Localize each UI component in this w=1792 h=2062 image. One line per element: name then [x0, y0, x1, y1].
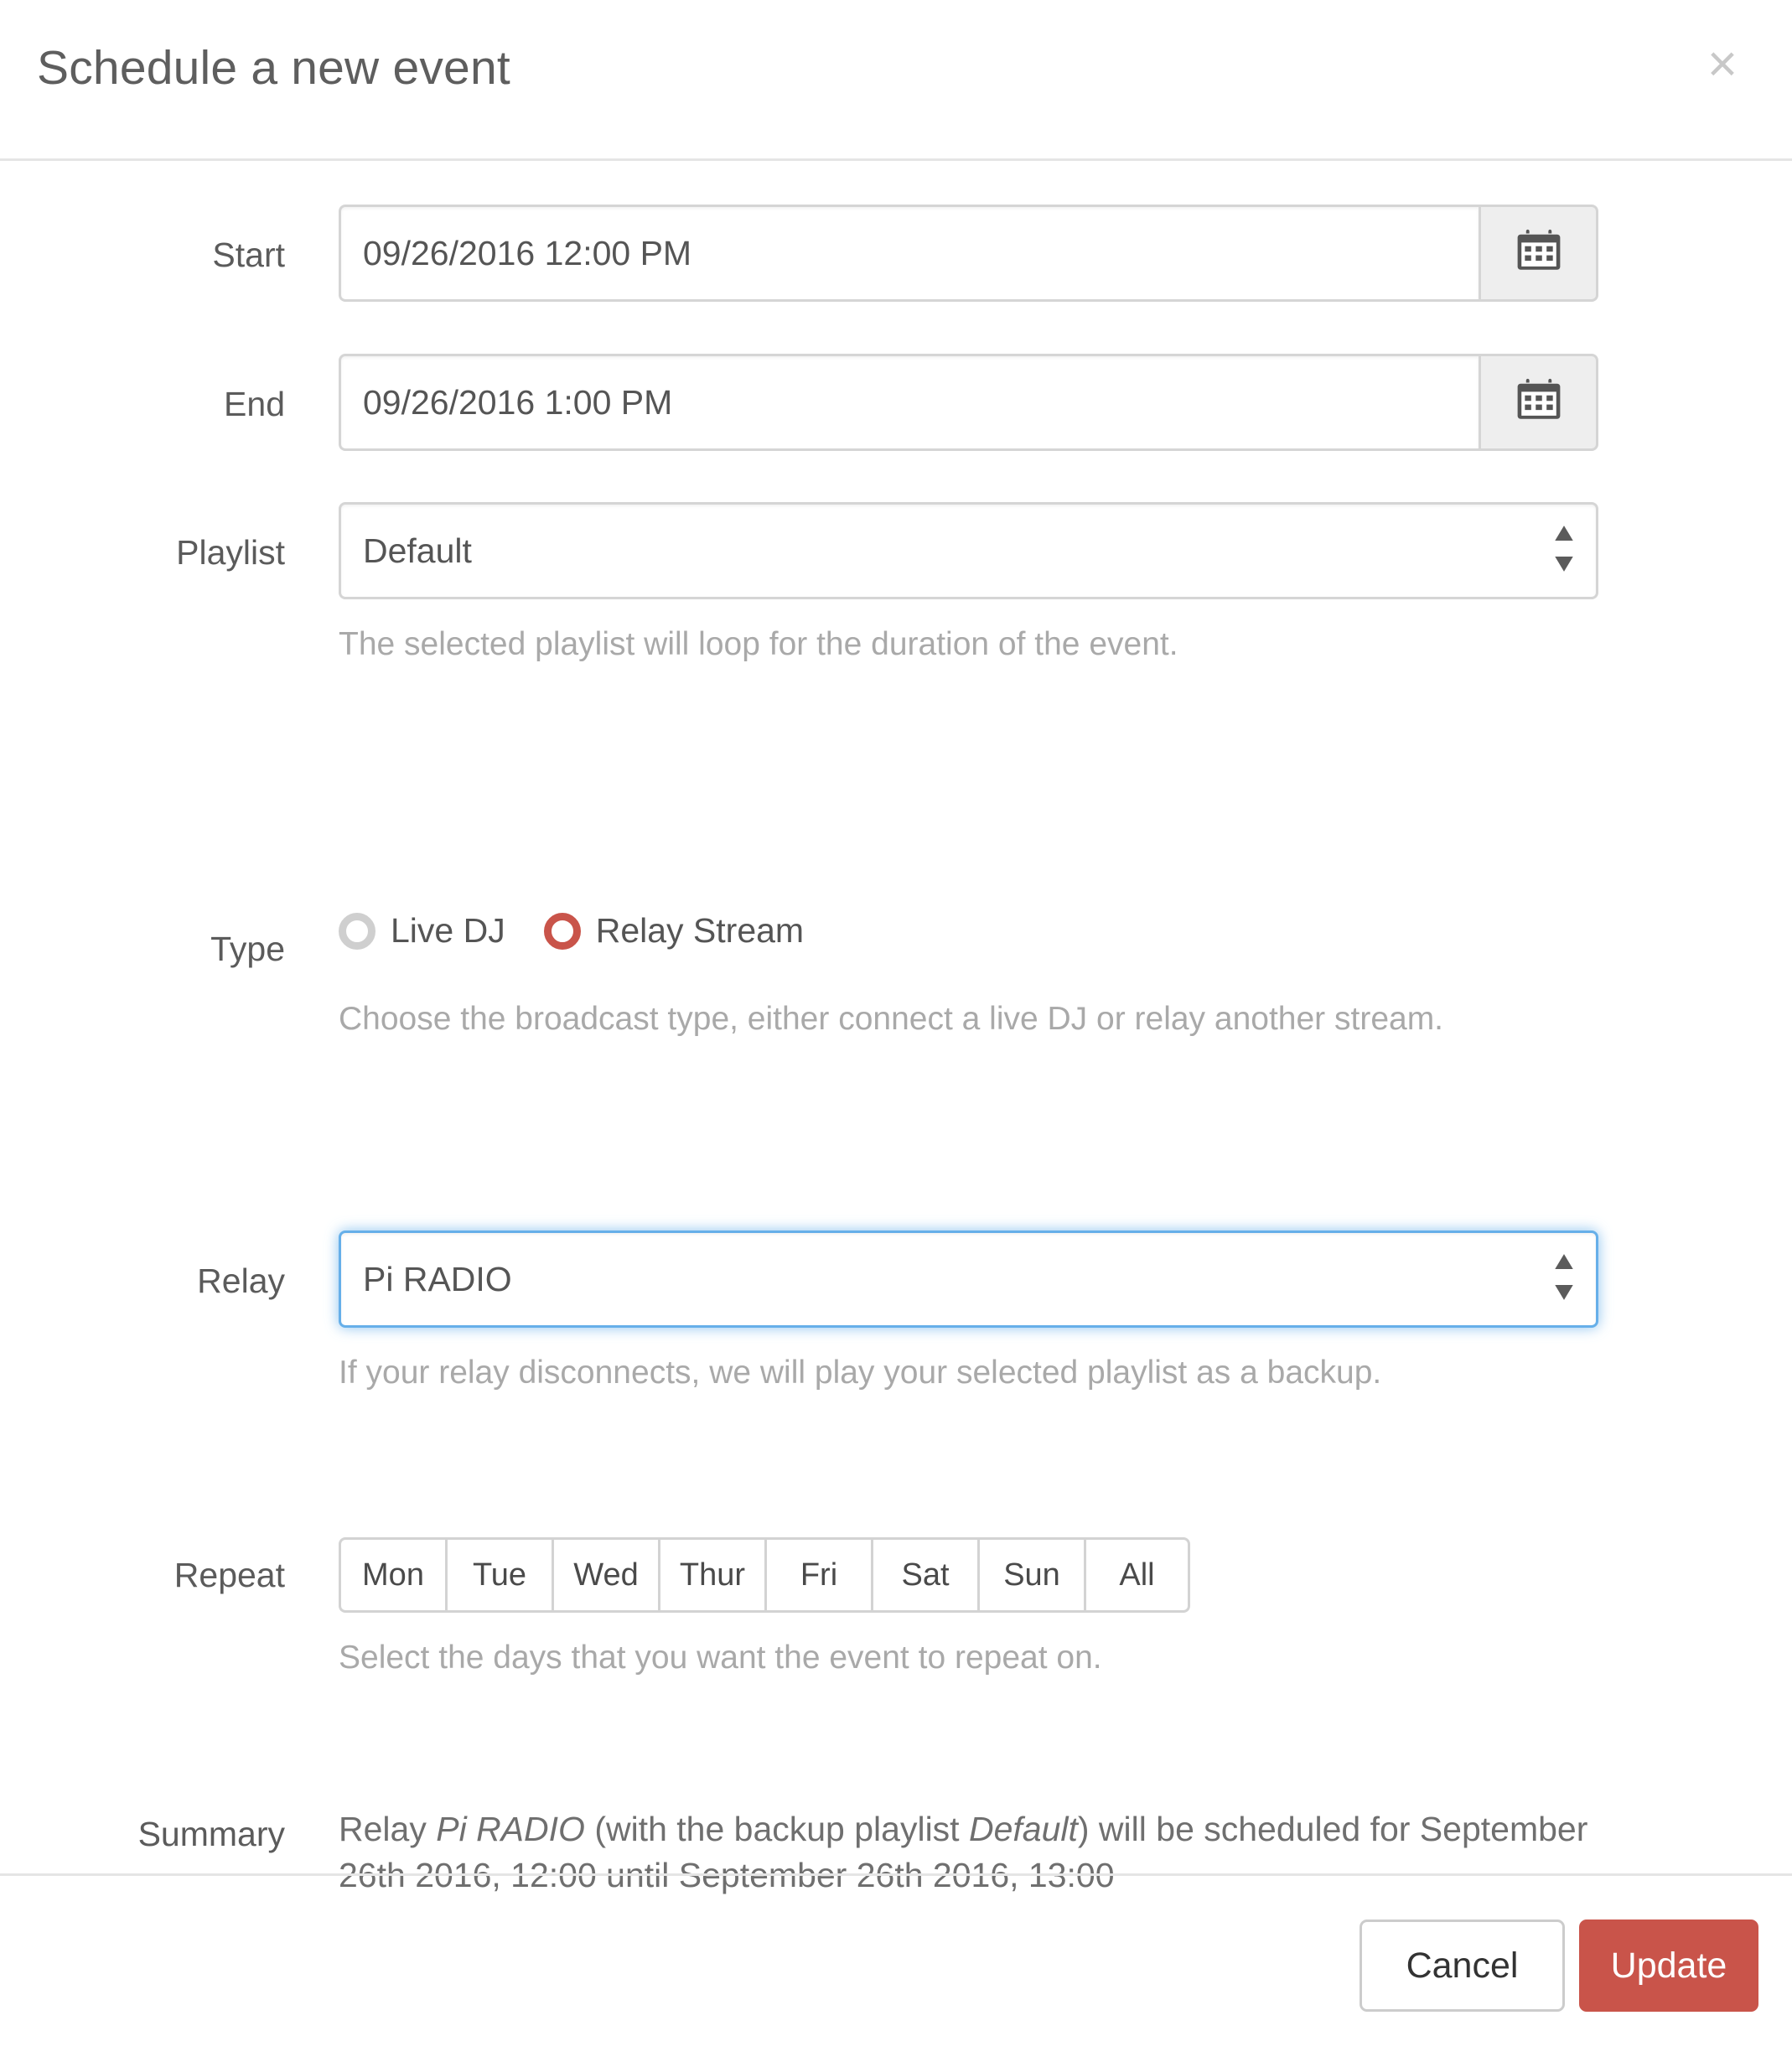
day-button-fri[interactable]: Fri [764, 1537, 871, 1613]
modal-footer: Cancel Update [0, 1873, 1792, 2062]
day-button-wed[interactable]: Wed [552, 1537, 658, 1613]
modal-header: Schedule a new event × [0, 0, 1792, 161]
calendar-icon [1515, 376, 1563, 429]
radio-live-dj-label: Live DJ [391, 911, 505, 950]
relay-select-wrap: Pi RADIO [339, 1230, 1598, 1328]
update-button[interactable]: Update [1579, 1920, 1758, 2012]
start-calendar-button[interactable] [1479, 205, 1598, 302]
close-icon[interactable]: × [1693, 35, 1752, 94]
repeat-field-col: Mon Tue Wed Thur Fri Sat Sun All Select … [339, 1537, 1621, 1679]
calendar-icon [1515, 227, 1563, 280]
playlist-select[interactable]: Default [339, 502, 1598, 599]
repeat-label: Repeat [174, 1556, 285, 1594]
page-title: Schedule a new event [37, 41, 510, 95]
relay-field-col: Pi RADIO If your relay disconnects, we w… [339, 1230, 1621, 1394]
end-input[interactable] [339, 354, 1479, 451]
playlist-label: Playlist [176, 533, 285, 572]
schedule-event-modal: Schedule a new event × Start 09/26/2016 … [0, 0, 1792, 2062]
type-label: Type [210, 930, 285, 968]
summary-relay-name: Pi RADIO [436, 1810, 585, 1848]
end-input-group [339, 354, 1598, 451]
day-button-thur[interactable]: Thur [658, 1537, 764, 1613]
summary-label: Summary [137, 1815, 285, 1853]
end-field-col [339, 354, 1598, 451]
radio-live-dj-mark [339, 912, 375, 950]
playlist-field-col: Default The selected playlist will loop … [339, 502, 1621, 666]
playlist-help-text: The selected playlist will loop for the … [339, 626, 1178, 662]
repeat-day-group: Mon Tue Wed Thur Fri Sat Sun All [339, 1537, 1621, 1613]
start-input[interactable] [339, 205, 1479, 302]
type-help-text: Choose the broadcast type, either connec… [339, 1001, 1444, 1037]
start-label: Start [212, 236, 285, 274]
type-radio-group: Live DJ Relay Stream [339, 911, 1621, 951]
radio-relay-stream-mark [543, 912, 581, 950]
type-field-col: Live DJ Relay Stream Choose the broadcas… [339, 911, 1621, 1040]
day-button-tue[interactable]: Tue [445, 1537, 552, 1613]
start-input-group [339, 205, 1598, 302]
end-label: End [224, 385, 285, 423]
day-button-sat[interactable]: Sat [871, 1537, 977, 1613]
repeat-help-text: Select the days that you want the event … [339, 1640, 1102, 1676]
relay-help-text: If your relay disconnects, we will play … [339, 1355, 1382, 1391]
modal-body: Start 09/26/2016 12:00 PM End 09/26/2016… [0, 161, 1792, 1894]
radio-relay-stream-label: Relay Stream [595, 911, 805, 950]
summary-prefix: Relay [339, 1810, 437, 1848]
end-calendar-button[interactable] [1479, 354, 1598, 451]
day-button-mon[interactable]: Mon [339, 1537, 445, 1613]
summary-playlist-name: Default [968, 1810, 1078, 1848]
day-button-sun[interactable]: Sun [977, 1537, 1084, 1613]
day-button-all[interactable]: All [1084, 1537, 1190, 1613]
summary-middle: (with the backup playlist [584, 1810, 969, 1848]
cancel-button[interactable]: Cancel [1360, 1920, 1565, 2012]
radio-live-dj[interactable]: Live DJ [339, 911, 505, 951]
start-field-col [339, 205, 1598, 302]
relay-label: Relay [197, 1262, 285, 1300]
relay-select[interactable]: Pi RADIO [339, 1230, 1598, 1328]
playlist-select-wrap: Default [339, 502, 1598, 599]
radio-relay-stream[interactable]: Relay Stream [543, 911, 805, 951]
